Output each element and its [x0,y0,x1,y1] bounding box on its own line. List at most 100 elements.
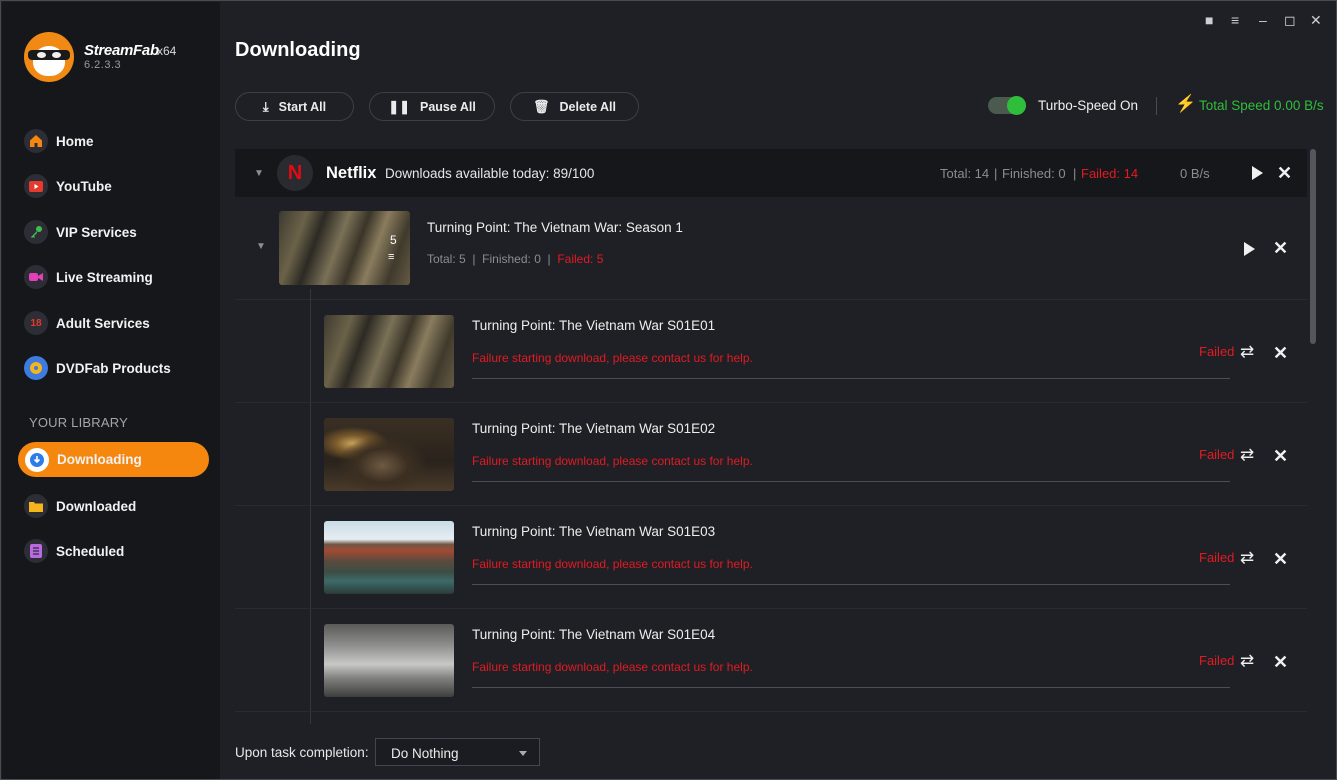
status-badge: Failed [1199,653,1235,668]
sidebar-item-youtube[interactable]: YouTube [24,169,214,203]
stat-separator: | [472,252,476,266]
play-icon[interactable] [1244,242,1255,256]
retry-icon[interactable]: ⇄ [1240,651,1254,671]
dvdfab-icon [24,356,48,380]
season-stats: Total: 5 | Finished: 0 | Failed: 5 [427,252,603,266]
start-all-label: Start All [278,99,327,114]
turbo-speed-toggle[interactable] [988,96,1026,115]
sidebar-item-label: YouTube [56,178,112,194]
episode-error: Failure starting download, please contac… [472,660,753,674]
remove-season-button[interactable]: ✕ [1273,239,1288,257]
delete-all-label: Delete All [559,99,617,114]
turbo-speed-label: Turbo-Speed On [1038,98,1139,113]
pause-all-button[interactable]: ❚❚ Pause All [369,92,495,121]
pause-icon: ❚❚ [388,98,410,114]
key-icon [24,220,48,244]
episode-title: Turning Point: The Vietnam War S01E04 [472,627,716,642]
youtube-icon [24,174,48,198]
status-badge: Failed [1199,550,1235,565]
group-failed: Failed: 14 [1081,166,1139,181]
sidebar-item-label: Downloading [57,452,142,467]
play-icon[interactable] [1252,166,1263,180]
group-speed: 0 B/s [1180,166,1210,181]
sidebar-item-scheduled[interactable]: Scheduled [24,534,214,568]
sidebar-item-label: Home [56,133,94,149]
progress-bar [472,378,1230,379]
service-group-header: ▼ N Netflix Downloads available today: 8… [235,149,1307,197]
list-item: Turning Point: The Vietnam War S01E02 Fa… [235,403,1307,506]
season-row: ▼ 5 ≡ Turning Point: The Vietnam War: Se… [235,197,1307,300]
sidebar-item-home[interactable]: Home [24,124,214,158]
service-name: Netflix [326,164,377,182]
sidebar-item-label: DVDFab Products [56,360,171,376]
episode-thumbnail [324,315,454,388]
episode-error: Failure starting download, please contac… [472,557,753,571]
sidebar-item-label: Downloaded [56,498,137,514]
sidebar-item-vip-services[interactable]: VIP Services [24,215,214,249]
completion-label: Upon task completion: [235,745,369,760]
streamfab-logo [24,32,74,82]
library-heading: YOUR LIBRARY [29,415,128,430]
progress-bar [472,687,1230,688]
sidebar-item-dvdfab-products[interactable]: DVDFab Products [24,351,214,385]
season-failed: Failed: 5 [557,252,604,266]
episode-title: Turning Point: The Vietnam War S01E01 [472,318,716,333]
remove-episode-button[interactable]: ✕ [1273,344,1288,362]
shirt-icon[interactable]: ■ [1205,12,1213,28]
episode-thumbnail [324,624,454,697]
pause-all-label: Pause All [419,99,476,114]
minimize-icon[interactable]: – [1259,12,1267,28]
remove-group-button[interactable]: ✕ [1277,164,1292,182]
sidebar-item-label: Live Streaming [56,269,153,285]
calendar-list-icon [24,539,48,563]
episode-error: Failure starting download, please contac… [472,351,753,365]
remove-episode-button[interactable]: ✕ [1273,550,1288,568]
sidebar-item-label: VIP Services [56,224,137,240]
episode-thumbnail [324,521,454,594]
total-speed: Total Speed 0.00 B/s [1199,98,1324,113]
chevron-down-icon[interactable]: ▼ [256,241,266,252]
sidebar-item-adult-services[interactable]: 18 Adult Services [24,306,214,340]
start-all-button[interactable]: ⤓ Start All [235,92,354,121]
sidebar-item-downloaded[interactable]: Downloaded [24,489,214,523]
download-arrow-icon [25,447,49,472]
maximize-icon[interactable]: ◻ [1284,12,1296,29]
episode-error: Failure starting download, please contac… [472,454,753,468]
season-thumbnail [279,211,410,285]
retry-icon[interactable]: ⇄ [1240,342,1254,362]
divider [1156,97,1157,115]
scrollbar-thumb[interactable] [1310,149,1316,344]
stat-separator: | [547,252,551,266]
trash-icon: 🗑 [532,98,550,114]
status-badge: Failed [1199,344,1235,359]
retry-icon[interactable]: ⇄ [1240,548,1254,568]
brand-name: StreamFab [84,42,159,59]
download-list: ▼ N Netflix Downloads available today: 8… [235,149,1307,724]
netflix-icon: N [277,155,313,191]
episode-title: Turning Point: The Vietnam War S01E03 [472,524,716,539]
sidebar-item-label: Adult Services [56,315,150,331]
episode-count: 5 [390,233,397,247]
close-icon[interactable]: ✕ [1310,12,1322,29]
stat-separator: | [994,166,998,181]
remove-episode-button[interactable]: ✕ [1273,653,1288,671]
adult-18-icon: 18 [24,311,48,335]
retry-icon[interactable]: ⇄ [1240,445,1254,465]
completion-select[interactable]: Do Nothing [375,738,540,766]
chevron-down-icon[interactable]: ▼ [254,168,264,179]
season-finished: Finished: 0 [482,252,541,266]
status-badge: Failed [1199,447,1235,462]
sidebar-item-downloading[interactable]: Downloading [18,442,209,477]
remove-episode-button[interactable]: ✕ [1273,447,1288,465]
group-total: Total: 14 [940,166,990,181]
app-window: StreamFab x64 6.2.3.3 Home YouTube VIP S… [0,0,1337,780]
delete-all-button[interactable]: 🗑 Delete All [510,92,639,121]
page-title: Downloading [235,39,361,61]
menu-icon[interactable]: ≡ [1231,12,1239,28]
season-total: Total: 5 [427,252,466,266]
app-version: 6.2.3.3 [84,59,122,71]
camera-icon [24,265,48,289]
sidebar-item-live-streaming[interactable]: Live Streaming [24,260,214,294]
list-item: Turning Point: The Vietnam War S01E03 Fa… [235,506,1307,609]
sidebar-item-label: Scheduled [56,543,125,559]
